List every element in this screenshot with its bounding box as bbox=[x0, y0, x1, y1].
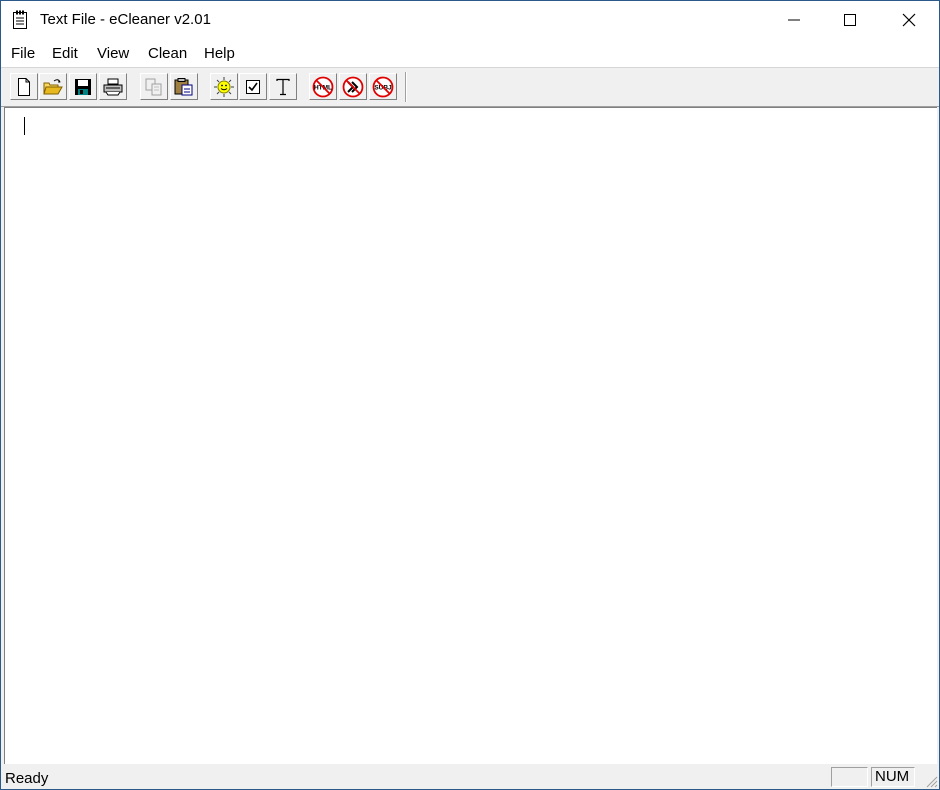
maximize-button[interactable] bbox=[821, 1, 879, 39]
status-pane-num: NUM bbox=[871, 767, 915, 787]
floppy-disk-icon bbox=[75, 78, 91, 95]
open-folder-icon bbox=[43, 78, 63, 94]
toolbar-separator bbox=[405, 72, 407, 102]
menu-bar: File Edit View Clean Help bbox=[1, 39, 939, 67]
menu-view[interactable]: View bbox=[97, 45, 129, 62]
font-button[interactable] bbox=[269, 73, 297, 100]
no-html-icon: HTML bbox=[312, 76, 334, 97]
minimize-button[interactable] bbox=[765, 1, 823, 39]
paste-icon bbox=[174, 77, 193, 95]
toolbar: HTML SUBJ bbox=[1, 67, 939, 107]
notepad-icon[interactable] bbox=[12, 10, 28, 30]
smiley-sun-icon bbox=[214, 76, 234, 97]
close-button[interactable] bbox=[880, 1, 938, 39]
text-caret bbox=[24, 117, 25, 135]
status-pane-empty bbox=[831, 767, 868, 787]
open-button[interactable] bbox=[39, 73, 67, 100]
no-subject-icon: SUBJ bbox=[372, 76, 394, 97]
title-bar[interactable]: Text File - eCleaner v2.01 bbox=[1, 1, 939, 39]
window-title: Text File - eCleaner v2.01 bbox=[40, 11, 211, 28]
no-quote-marks-icon bbox=[342, 76, 364, 97]
remove-html-button[interactable]: HTML bbox=[309, 73, 337, 100]
copy-button[interactable] bbox=[140, 73, 168, 100]
remove-subject-button[interactable]: SUBJ bbox=[369, 73, 397, 100]
printer-icon bbox=[103, 78, 123, 95]
remove-quotes-button[interactable] bbox=[339, 73, 367, 100]
maximize-icon bbox=[844, 14, 856, 26]
print-button[interactable] bbox=[99, 73, 127, 100]
menu-edit[interactable]: Edit bbox=[52, 45, 78, 62]
app-window: Text File - eCleaner v2.01 File Edit Vie… bbox=[0, 0, 940, 790]
menu-help[interactable]: Help bbox=[204, 45, 235, 62]
menu-clean[interactable]: Clean bbox=[148, 45, 187, 62]
new-file-icon bbox=[18, 77, 30, 96]
clean-button[interactable] bbox=[210, 73, 238, 100]
paste-button[interactable] bbox=[170, 73, 198, 100]
text-font-icon bbox=[276, 78, 290, 95]
copy-icon bbox=[145, 78, 162, 95]
resize-grip-icon[interactable] bbox=[926, 776, 938, 788]
text-editor[interactable] bbox=[4, 107, 937, 764]
status-bar: Ready NUM bbox=[1, 765, 939, 789]
checkbox-icon bbox=[246, 79, 260, 94]
status-text: Ready bbox=[5, 770, 49, 787]
menu-file[interactable]: File bbox=[11, 45, 35, 62]
close-icon bbox=[902, 13, 916, 27]
save-button[interactable] bbox=[69, 73, 97, 100]
new-button[interactable] bbox=[10, 73, 38, 100]
options-button[interactable] bbox=[239, 73, 267, 100]
minimize-icon bbox=[788, 19, 800, 21]
